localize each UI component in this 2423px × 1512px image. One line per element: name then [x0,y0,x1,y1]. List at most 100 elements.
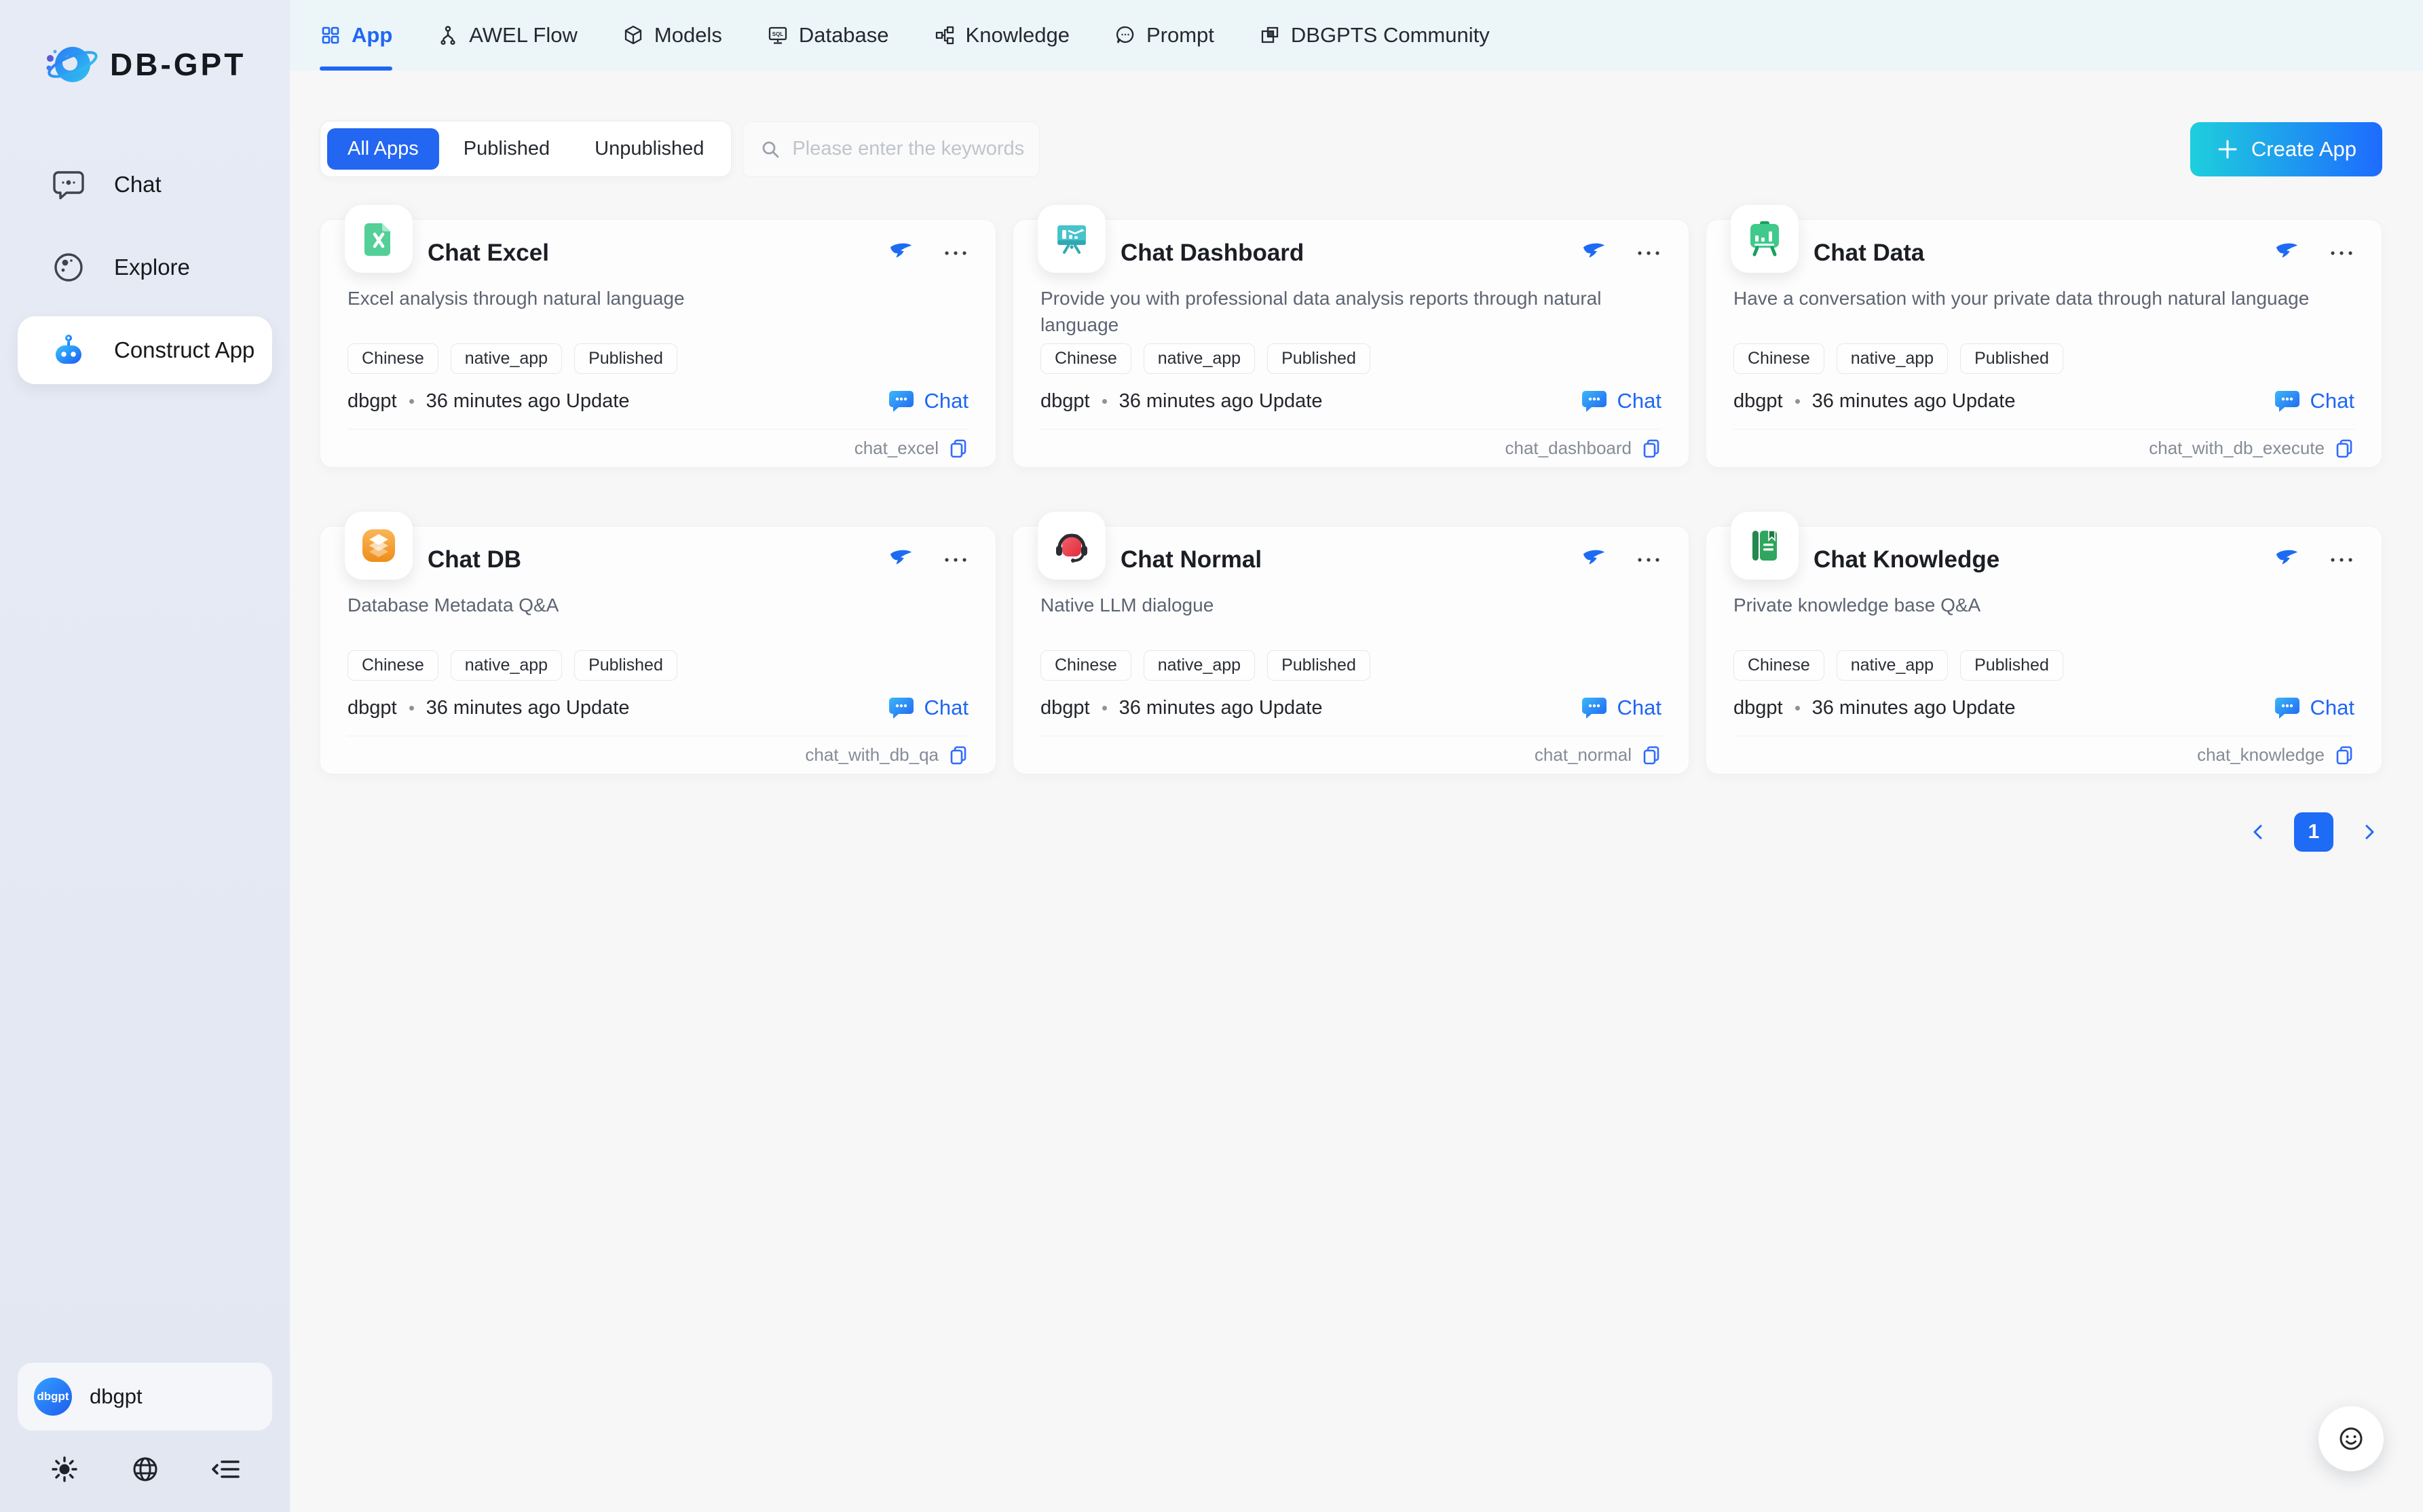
card-updated: 36 minutes ago Update [1812,390,2016,413]
tab-label: Knowledge [966,23,1070,48]
tab-database[interactable]: SQL Database [767,0,889,71]
copy-icon[interactable] [948,744,969,766]
explore-planet-icon [50,249,87,286]
user-profile[interactable]: dbgpt dbgpt [18,1363,272,1431]
card-title: Chat Dashboard [1121,240,1304,267]
tab-dbgpts-community[interactable]: DBGPTS Community [1259,0,1490,71]
more-options-icon[interactable] [943,556,969,563]
more-options-icon[interactable] [1636,556,1661,563]
card-title: Chat Normal [1121,546,1262,573]
tab-models[interactable]: Models [622,0,722,71]
theme-sun-icon[interactable] [49,1454,80,1485]
app-card-chat-knowledge[interactable]: Chat Knowledge Private knowledge base Q&… [1706,526,2382,774]
create-app-button[interactable]: Create App [2190,122,2382,176]
chat-button[interactable]: Chat [2274,389,2354,413]
feedback-smiley-button[interactable] [2318,1406,2384,1471]
card-description: Have a conversation with your private da… [1733,285,2354,338]
sidebar-nav: Chat Explore [0,151,290,384]
sidebar-item-construct-app[interactable]: Construct App [18,316,272,384]
tag-language: Chinese [1733,650,1824,681]
chat-button[interactable]: Chat [888,696,969,720]
tab-label: Models [654,23,722,48]
card-owner: dbgpt [1733,697,1783,719]
app-card-chat-data[interactable]: Chat Data Have a conversation with your … [1706,219,2382,468]
tag-type: native_app [1837,650,1948,681]
app-card-chat-normal[interactable]: Chat Normal Native LLM dialogue Chinese … [1013,526,1689,774]
tag-language: Chinese [1040,343,1131,374]
card-owner: dbgpt [1733,390,1783,413]
tab-prompt[interactable]: Prompt [1114,0,1214,71]
scene-name: chat_with_db_qa [805,744,939,766]
sidebar-footer [0,1450,290,1512]
content-area: All Apps Published Unpublished Cr [290,71,2423,1512]
card-title: Chat Data [1814,240,1924,267]
sidebar-item-explore[interactable]: Explore [18,233,272,301]
dingtalk-share-icon[interactable] [1581,242,1606,265]
filter-segmented-control: All Apps Published Unpublished [320,121,732,177]
card-updated: 36 minutes ago Update [426,390,630,413]
svg-text:SQL: SQL [772,31,784,37]
tab-label: Database [799,23,889,48]
card-description: Excel analysis through natural language [348,285,969,338]
copy-icon[interactable] [948,438,969,459]
collapse-sidebar-icon[interactable] [210,1454,241,1485]
dbgpt-logo-icon [42,35,100,94]
sidebar-item-chat[interactable]: Chat [18,151,272,219]
card-title: Chat Knowledge [1814,546,1999,573]
sidebar-item-label: Chat [114,172,162,197]
card-updated: 36 minutes ago Update [1119,390,1323,413]
sidebar: DB-GPT Chat E [0,0,290,1512]
dingtalk-share-icon[interactable] [888,548,913,571]
more-options-icon[interactable] [943,250,969,257]
chat-button[interactable]: Chat [1581,389,1661,413]
tab-label: DBGPTS Community [1291,23,1490,48]
copy-icon[interactable] [1641,438,1661,459]
search-box [743,121,1040,177]
create-app-label: Create App [2251,137,2356,162]
robot-icon [50,332,87,368]
logo-text: DB-GPT [110,46,246,83]
card-updated: 36 minutes ago Update [426,697,630,719]
tab-app[interactable]: App [320,0,392,71]
prev-page-icon[interactable] [2248,822,2268,842]
app-card-chat-db[interactable]: Chat DB Database Metadata Q&A Chinese na… [320,526,996,774]
dingtalk-share-icon[interactable] [2274,548,2299,571]
app-card-chat-excel[interactable]: Chat Excel Excel analysis through natura… [320,219,996,468]
copy-icon[interactable] [2334,438,2354,459]
separator-dot [1102,706,1107,711]
chat-button[interactable]: Chat [1581,696,1661,720]
dingtalk-share-icon[interactable] [1581,548,1606,571]
tab-awel-flow[interactable]: AWEL Flow [437,0,578,71]
search-input[interactable] [792,138,1048,160]
tab-label: App [352,23,392,48]
chat-button-label: Chat [924,389,969,413]
plus-icon [2216,138,2239,161]
filter-all-apps[interactable]: All Apps [327,128,439,170]
tab-knowledge[interactable]: Knowledge [934,0,1070,71]
more-options-icon[interactable] [1636,250,1661,257]
filter-published[interactable]: Published [443,128,570,170]
page-number[interactable]: 1 [2294,812,2333,852]
tag-language: Chinese [1040,650,1131,681]
tag-status: Published [1960,650,2063,681]
separator-dot [409,706,414,711]
app-card-chat-dashboard[interactable]: Chat Dashboard Provide you with professi… [1013,219,1689,468]
more-options-icon[interactable] [2329,556,2354,563]
chat-button-label: Chat [924,696,969,720]
next-page-icon[interactable] [2359,822,2380,842]
dingtalk-share-icon[interactable] [888,242,913,265]
more-options-icon[interactable] [2329,250,2354,257]
dingtalk-share-icon[interactable] [2274,242,2299,265]
top-navigation: App AWEL Flow Models [290,0,2423,71]
copy-icon[interactable] [2334,744,2354,766]
copy-icon[interactable] [1641,744,1661,766]
tag-type: native_app [1144,343,1255,374]
chat-button[interactable]: Chat [2274,696,2354,720]
sidebar-item-label: Construct App [114,337,255,363]
data-board-icon [1731,205,1799,273]
chat-button[interactable]: Chat [888,389,969,413]
separator-dot [1795,706,1800,711]
language-globe-icon[interactable] [130,1454,161,1485]
filter-unpublished[interactable]: Unpublished [574,128,724,170]
chat-button-label: Chat [1617,389,1661,413]
